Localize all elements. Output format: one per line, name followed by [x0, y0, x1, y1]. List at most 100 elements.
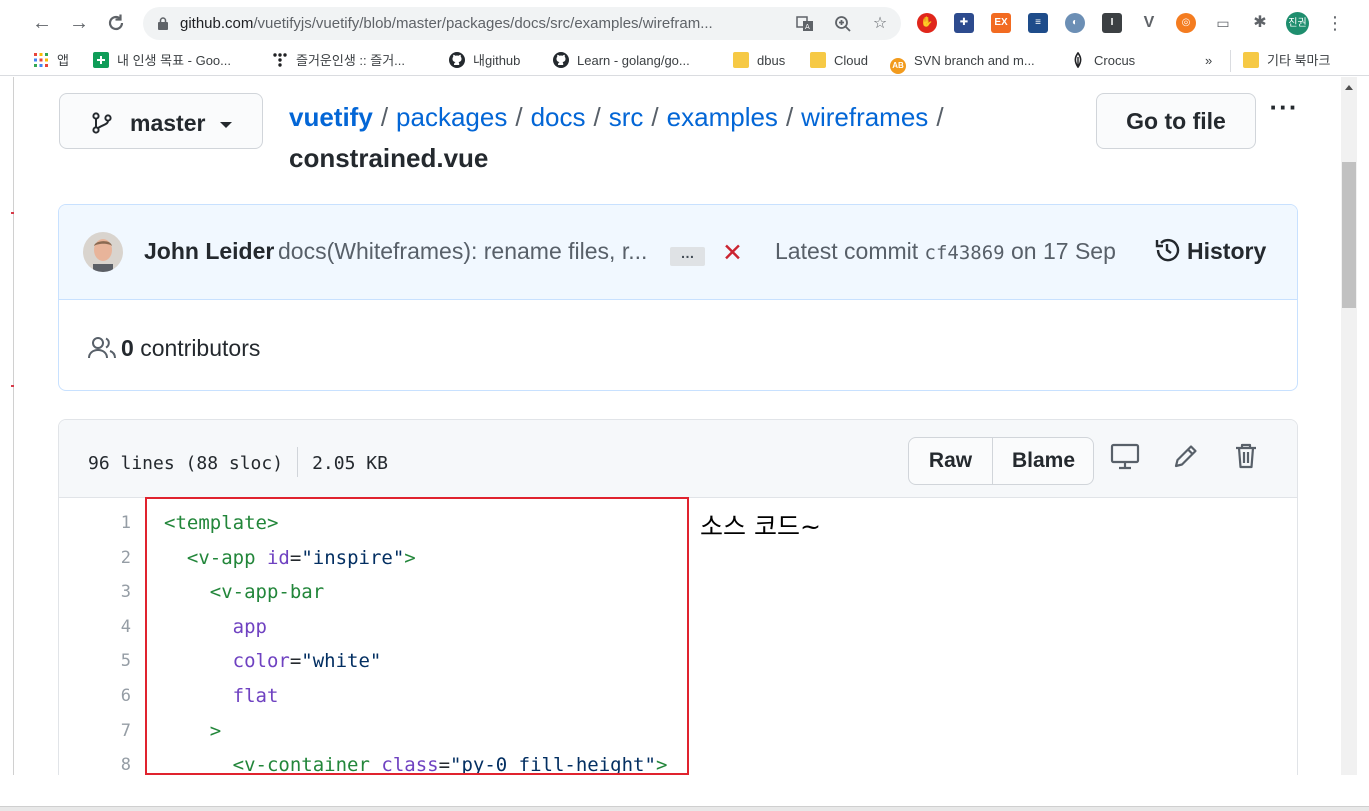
info-divider — [297, 447, 299, 477]
code-text: <v-app-bar — [164, 575, 324, 609]
breadcrumb-repo-link[interactable]: vuetify — [289, 102, 373, 132]
code-token-tag: <v-app-bar — [209, 581, 325, 604]
file-name: constrained.vue — [289, 143, 489, 173]
right-gutter — [1357, 77, 1369, 775]
line-number[interactable]: 1 — [59, 506, 131, 540]
breadcrumb-docs-link[interactable]: docs — [531, 102, 586, 132]
raw-button[interactable]: Raw — [909, 438, 992, 484]
bookmark-apps[interactable]: 앱 — [33, 51, 69, 71]
status-failed-icon[interactable]: ✕ — [722, 238, 743, 268]
latest-commit-label: Latest commit — [775, 238, 919, 264]
scroll-thumb[interactable] — [1342, 162, 1356, 308]
line-number[interactable]: 2 — [59, 541, 131, 575]
code-line: 6 flat — [59, 679, 1297, 713]
line-number[interactable]: 4 — [59, 610, 131, 644]
forward-icon[interactable]: → — [67, 11, 91, 35]
code-line: 8 <v-container class="py-0 fill-height"> — [59, 748, 1297, 775]
bookmark-goals[interactable]: 내 인생 목표 - Goo... — [93, 51, 231, 71]
bookmark-cloud[interactable]: Cloud — [810, 51, 868, 71]
code-text: app — [164, 610, 267, 644]
code-token-tag: <v-app — [186, 546, 256, 569]
folder-icon — [810, 52, 826, 68]
expand-commit-button[interactable]: … — [670, 246, 705, 266]
commit-sha[interactable]: cf43869 — [925, 242, 1005, 264]
code-token-tag: <v-container — [232, 754, 370, 775]
code-text: flat — [164, 679, 279, 713]
puzzle-extension-icon[interactable]: ✚ — [954, 13, 974, 33]
line-number[interactable]: 6 — [59, 679, 131, 713]
circle-extension-icon[interactable]: ◐ — [1065, 13, 1085, 33]
code-line: 7 > — [59, 714, 1297, 748]
commit-author[interactable]: John Leider — [144, 238, 274, 265]
latest-commit-bar: John Leider docs(Whiteframes): rename fi… — [59, 205, 1297, 300]
reload-icon[interactable] — [104, 11, 128, 35]
pencil-icon[interactable] — [1170, 440, 1202, 472]
annotation-text: 소스 코드~ — [700, 512, 821, 541]
author-avatar[interactable] — [83, 232, 123, 272]
breadcrumb-packages-link[interactable]: packages — [396, 102, 507, 132]
extensions-puzzle-icon[interactable]: ✱ — [1250, 13, 1270, 33]
bookmark-blog[interactable]: 즐거운인생 :: 즐거... — [272, 51, 405, 71]
code-token-tag: > — [209, 719, 222, 742]
vertical-scrollbar[interactable] — [1341, 77, 1357, 775]
cast-icon[interactable]: ▭ — [1213, 13, 1233, 33]
breadcrumb-separator: / — [785, 102, 794, 132]
back-icon[interactable]: ← — [30, 11, 54, 35]
browser-menu-icon[interactable]: ⋮ — [1326, 12, 1344, 34]
bookmark-other[interactable]: 기타 북마크 — [1243, 51, 1330, 71]
github-icon — [553, 52, 569, 68]
code-line: 1 <template> — [59, 506, 1297, 540]
bookmark-crocus[interactable]: Crocus — [1070, 51, 1135, 71]
address-bar[interactable]: github.com/vuetifyjs/vuetify/blob/master… — [143, 7, 901, 40]
desktop-icon[interactable] — [1109, 440, 1141, 472]
breadcrumb-examples-link[interactable]: examples — [667, 102, 778, 132]
line-number[interactable]: 5 — [59, 644, 131, 678]
caret-down-icon — [220, 122, 232, 128]
branch-selector[interactable]: master — [59, 93, 263, 149]
info-extension-icon[interactable]: I — [1102, 13, 1122, 33]
line-number[interactable]: 3 — [59, 575, 131, 609]
breadcrumb-wireframes-link[interactable]: wireframes — [801, 102, 928, 132]
history-link[interactable]: History — [1153, 236, 1266, 266]
code-token-attr: id — [266, 546, 290, 569]
bottom-strip — [0, 775, 1369, 811]
line-number[interactable]: 7 — [59, 714, 131, 748]
code-text: <v-container class="py-0 fill-height"> — [164, 748, 668, 775]
breadcrumb-src-link[interactable]: src — [609, 102, 644, 132]
bookmark-dbus[interactable]: dbus — [733, 51, 785, 71]
vue-devtools-icon[interactable]: V — [1139, 13, 1159, 33]
blame-button[interactable]: Blame — [993, 438, 1093, 484]
profile-avatar[interactable]: 진권 — [1286, 12, 1309, 35]
code-token-attr: color — [232, 650, 290, 673]
translate-icon[interactable]: A — [794, 13, 816, 35]
more-options-icon[interactable]: ··· — [1264, 94, 1304, 127]
contributors[interactable]: 0 contributors — [88, 335, 260, 362]
bookmarks-overflow[interactable]: » — [1205, 51, 1212, 71]
trash-icon[interactable] — [1230, 440, 1262, 472]
code-line: 4 app — [59, 610, 1297, 644]
code-token-str: "py-0 fill-height" — [450, 754, 656, 775]
bookmark-mygithub[interactable]: 내github — [449, 51, 520, 71]
line-number[interactable]: 8 — [59, 748, 131, 775]
commit-message[interactable]: docs(Whiteframes): rename files, r... — [278, 238, 647, 265]
bookmark-golang[interactable]: Learn - golang/go... — [553, 51, 690, 71]
scroll-up-arrow-icon[interactable] — [1345, 85, 1353, 90]
ex-extension-icon[interactable]: EX — [991, 13, 1011, 33]
breadcrumb-separator: / — [515, 102, 523, 132]
code-token-attr: flat — [232, 685, 279, 707]
zoom-icon[interactable] — [832, 13, 854, 35]
news-extension-icon[interactable]: ≡ — [1028, 13, 1048, 33]
commit-date: on 17 Sep — [1011, 238, 1116, 264]
code-token-attr: class — [381, 754, 439, 775]
bookmark-star-icon[interactable]: ☆ — [869, 13, 891, 35]
code-text: <template> — [164, 506, 278, 540]
lifebuoy-extension-icon[interactable]: ◎ — [1176, 13, 1196, 33]
bookmarks-divider — [1230, 50, 1231, 72]
go-to-file-button[interactable]: Go to file — [1096, 93, 1256, 149]
file-size: 2.05 KB — [312, 453, 388, 474]
code-token-tag: > — [655, 754, 668, 775]
ab-icon: AB — [890, 58, 906, 74]
adblock-icon[interactable]: ✋ — [917, 13, 937, 33]
bookmark-svn[interactable]: AB SVN branch and m... — [890, 51, 1035, 74]
